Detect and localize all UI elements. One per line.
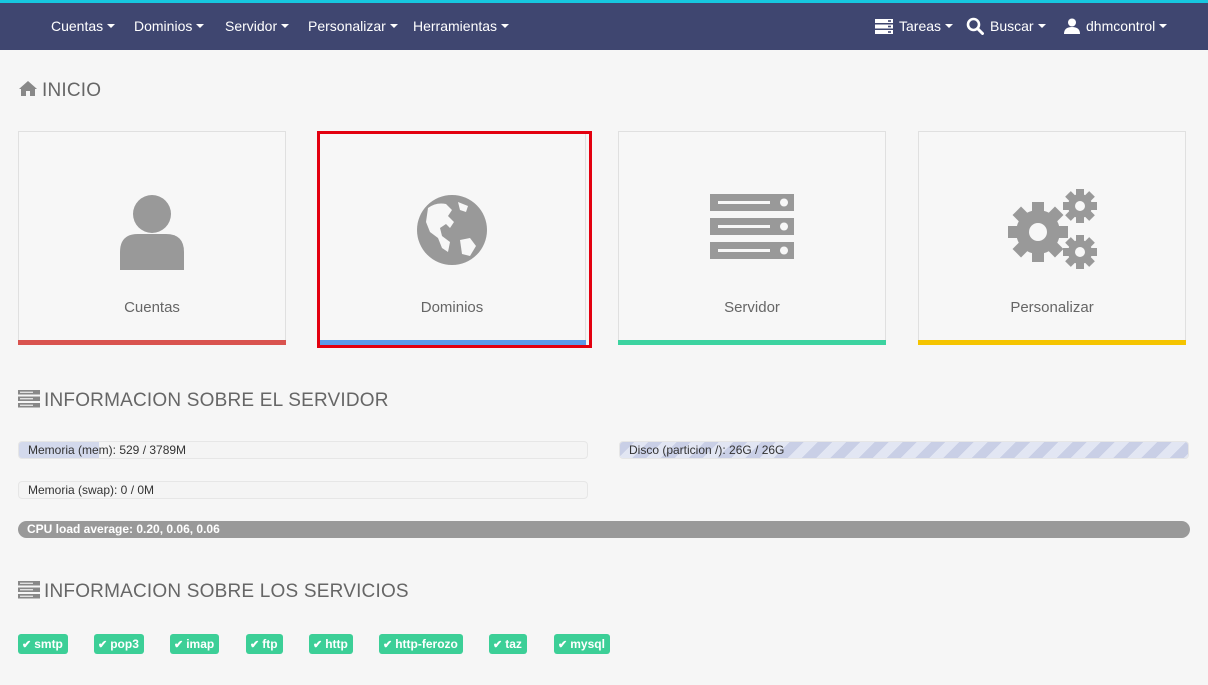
tile-personalizar-label: Personalizar <box>1010 299 1094 316</box>
service-badge-pop3: ✔ pop3 <box>94 634 144 654</box>
service-label: ftp <box>262 637 278 651</box>
nav-personalizar[interactable]: Personalizar <box>308 18 398 34</box>
server-info-title: INFORMACION SOBRE EL SERVIDOR <box>18 389 389 412</box>
nav-buscar-label: Buscar <box>990 18 1034 34</box>
check-icon: ✔ <box>383 639 393 651</box>
nav-cuentas-label: Cuentas <box>51 18 104 34</box>
tile-cuentas-label: Cuentas <box>124 299 180 316</box>
chevron-down-icon <box>1037 24 1046 29</box>
check-icon: ✔ <box>558 639 568 651</box>
services-info-title-text: INFORMACION SOBRE LOS SERVICIOS <box>44 581 409 602</box>
nav-buscar[interactable]: Buscar <box>966 17 1046 36</box>
service-badge-smtp: ✔ smtp <box>18 634 68 654</box>
top-navbar: Cuentas Dominios Servidor Personalizar H… <box>0 3 1208 50</box>
service-label: http <box>325 637 348 651</box>
nav-username-label: dhmcontrol <box>1086 18 1156 34</box>
nav-cuentas[interactable]: Cuentas <box>51 18 116 34</box>
disk-usage-label: Disco (particion /): 26G / 26G <box>629 443 785 457</box>
service-badge-taz: ✔ taz <box>489 634 527 654</box>
service-badge-mysql: ✔ mysql <box>554 634 610 654</box>
cpu-load-label: CPU load average: 0.20, 0.06, 0.06 <box>27 522 220 536</box>
tile-servidor[interactable]: Servidor <box>618 131 886 345</box>
nav-herramientas[interactable]: Herramientas <box>413 18 510 34</box>
tile-servidor-label: Servidor <box>724 299 780 316</box>
check-icon: ✔ <box>174 639 184 651</box>
memory-usage-bar: Memoria (mem): 529 / 3789M <box>18 441 588 459</box>
service-label: pop3 <box>110 637 139 651</box>
service-label: imap <box>186 637 215 651</box>
server-icon <box>710 194 794 259</box>
disk-usage-bar: Disco (particion /): 26G / 26G <box>619 441 1189 459</box>
user-icon <box>120 195 184 270</box>
tile-dominios[interactable]: Dominios <box>318 131 586 345</box>
chevron-down-icon <box>1159 24 1168 29</box>
service-badge-http: ✔ http <box>309 634 353 654</box>
user-icon <box>1064 18 1080 35</box>
chevron-down-icon <box>281 24 290 29</box>
nav-servidor-label: Servidor <box>225 18 278 34</box>
globe-icon <box>417 195 487 265</box>
server-icon <box>18 580 40 599</box>
service-label: smtp <box>34 637 63 651</box>
search-icon <box>966 17 984 36</box>
tile-cuentas-bar <box>18 340 286 345</box>
server-icon <box>18 389 40 408</box>
home-icon <box>19 81 37 97</box>
tile-servidor-bar <box>618 340 886 345</box>
tile-cuentas[interactable]: Cuentas <box>18 131 286 345</box>
chevron-down-icon <box>196 24 205 29</box>
nav-servidor[interactable]: Servidor <box>225 18 290 34</box>
nav-personalizar-label: Personalizar <box>308 18 386 34</box>
nav-tareas[interactable]: Tareas <box>875 18 954 35</box>
nav-user-menu[interactable]: dhmcontrol <box>1064 18 1168 35</box>
swap-usage-label: Memoria (swap): 0 / 0M <box>28 483 155 497</box>
memory-usage-label: Memoria (mem): 529 / 3789M <box>28 443 187 457</box>
service-label: mysql <box>570 637 605 651</box>
service-label: http-ferozo <box>395 637 458 651</box>
nav-dominios-label: Dominios <box>134 18 193 34</box>
check-icon: ✔ <box>22 639 32 651</box>
tasks-icon <box>875 18 893 34</box>
home-title-text: INICIO <box>42 80 102 101</box>
tile-personalizar-bar <box>918 340 1186 345</box>
check-icon: ✔ <box>98 639 108 651</box>
swap-usage-bar: Memoria (swap): 0 / 0M <box>18 481 588 499</box>
home-section-title: INICIO <box>18 80 101 102</box>
chevron-down-icon <box>501 24 510 29</box>
service-badge-ftp: ✔ ftp <box>246 634 283 654</box>
tile-personalizar[interactable]: Personalizar <box>918 131 1186 345</box>
server-info-title-text: INFORMACION SOBRE EL SERVIDOR <box>44 390 389 411</box>
chevron-down-icon <box>389 24 398 29</box>
gears-icon <box>1008 189 1097 269</box>
service-badge-imap: ✔ imap <box>170 634 220 654</box>
check-icon: ✔ <box>313 639 323 651</box>
chevron-down-icon <box>945 24 954 29</box>
nav-tareas-label: Tareas <box>899 18 942 34</box>
nav-herramientas-label: Herramientas <box>413 18 498 34</box>
service-label: taz <box>505 637 522 651</box>
service-badge-http-ferozo: ✔ http-ferozo <box>379 634 463 654</box>
check-icon: ✔ <box>493 639 503 651</box>
tile-dominios-label: Dominios <box>420 299 484 316</box>
cpu-load-bar: CPU load average: 0.20, 0.06, 0.06 <box>18 521 1190 538</box>
tile-dominios-bar <box>318 340 586 345</box>
nav-dominios[interactable]: Dominios <box>134 18 205 34</box>
services-info-title: INFORMACION SOBRE LOS SERVICIOS <box>18 580 409 603</box>
chevron-down-icon <box>107 24 116 29</box>
check-icon: ✔ <box>250 639 260 651</box>
